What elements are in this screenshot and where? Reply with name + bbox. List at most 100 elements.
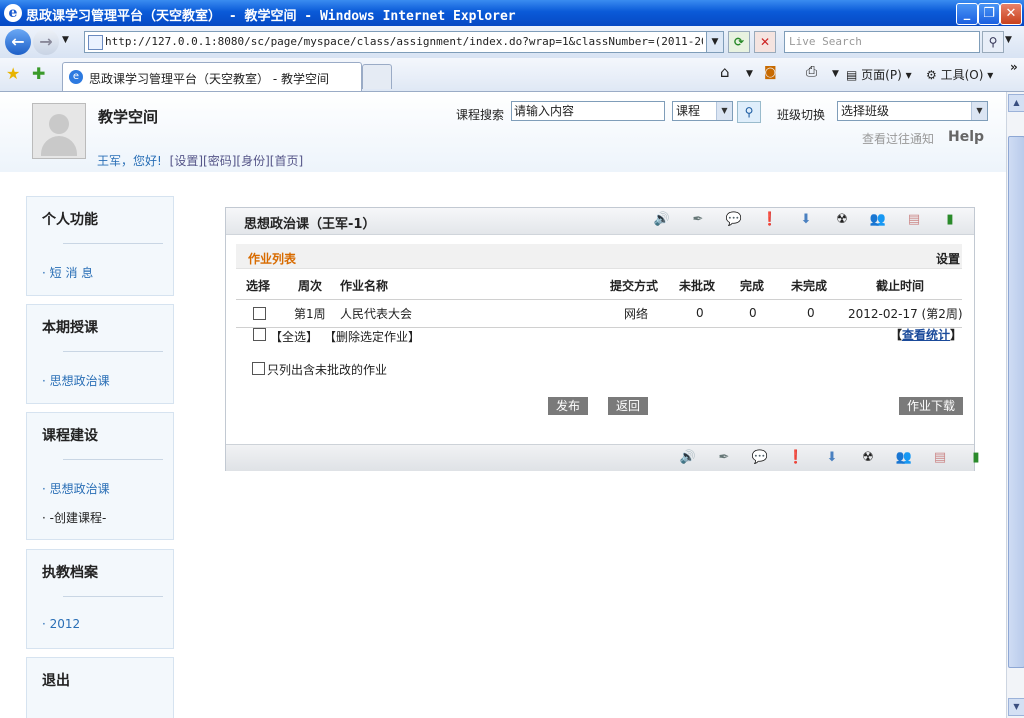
table-header: 选择 周次 作业名称 提交方式 未批改 完成 未完成 截止时间	[236, 268, 962, 300]
download-assignments-button[interactable]: 作业下载	[899, 397, 963, 415]
sidebar-item-label: 2012	[49, 617, 81, 631]
speaker-icon[interactable]: 🔊	[676, 449, 700, 467]
site-header: 教学空间 王军，您好! [设置][密码][身份][首页] 课程搜索 请输入内容 …	[0, 92, 1006, 172]
maximize-button[interactable]: ❐	[978, 3, 1000, 25]
stop-icon[interactable]: ✕	[754, 31, 776, 53]
sidebar-item-label: -创建课程-	[49, 511, 107, 525]
cell-deadline: 2012-02-17 (第2周)	[848, 307, 963, 321]
add-favorite-icon[interactable]: ✚	[32, 64, 45, 83]
ie-logo-icon: e	[4, 4, 22, 22]
greeting: 王军，您好!	[97, 154, 162, 168]
book-icon[interactable]: ▮	[964, 449, 988, 467]
scrollbar-thumb[interactable]	[1008, 136, 1024, 668]
download-icon[interactable]: ⬇	[820, 449, 844, 467]
sidebar-item-create-course[interactable]: · -创建课程-	[42, 509, 106, 526]
search-icon[interactable]: ⚲	[982, 31, 1004, 53]
course-search-button[interactable]: ⚲	[737, 101, 761, 123]
address-url[interactable]: http://127.0.0.1:8080/sc/page/myspace/cl…	[105, 35, 703, 48]
home-dropdown-icon[interactable]: ▼	[746, 69, 753, 79]
radiation-icon[interactable]: ☢	[830, 211, 854, 229]
alert-icon[interactable]: ❗	[758, 211, 782, 229]
speaker-icon[interactable]: 🔊	[650, 211, 674, 229]
chat-icon[interactable]: 💬	[748, 449, 772, 467]
cell-done[interactable]: 0	[749, 306, 757, 320]
favorites-star-icon[interactable]: ★	[6, 64, 20, 83]
cell-submit: 网络	[624, 307, 649, 321]
book-icon[interactable]: ▮	[938, 211, 962, 229]
users-icon[interactable]: 👥	[866, 211, 890, 229]
row-checkbox[interactable]	[253, 307, 266, 320]
sidebar-item-course[interactable]: · 思想政治课	[42, 372, 110, 389]
sidebar-item-label: 短 消 息	[49, 266, 94, 280]
forward-button[interactable]: →	[33, 29, 59, 55]
alert-icon[interactable]: ❗	[784, 449, 808, 467]
table-actions: 【全选】 【删除选定作业】 【查看统计】	[236, 328, 962, 354]
past-notices-link[interactable]: 查看过往通知	[862, 130, 934, 147]
page-icon	[88, 35, 103, 50]
settings-link[interactable]: [设置]	[170, 154, 203, 168]
bracket-close: 】	[950, 328, 963, 342]
address-dropdown-icon[interactable]: ▼	[706, 32, 723, 52]
sidebar-item-course-build[interactable]: · 思想政治课	[42, 480, 110, 497]
sidebar-item-label: 思想政治课	[49, 374, 110, 388]
download-icon[interactable]: ⬇	[794, 211, 818, 229]
sidebar-box-archive: 执教档案 · 2012	[26, 549, 174, 649]
back-page-button[interactable]: 返回	[608, 397, 648, 415]
new-tab-button[interactable]	[362, 64, 392, 89]
identity-link[interactable]: [身份]	[236, 154, 269, 168]
sidebar-item-messages[interactable]: · 短 消 息	[42, 264, 93, 281]
pen-icon[interactable]: ✒	[712, 449, 736, 467]
refresh-icon[interactable]: ⟳	[728, 31, 750, 53]
avatar-head	[49, 114, 69, 134]
course-search-input[interactable]: 请输入内容	[511, 101, 665, 121]
cell-undone[interactable]: 0	[807, 306, 815, 320]
print-icon[interactable]: ⎙	[806, 64, 817, 80]
only-ungraded-checkbox[interactable]	[252, 362, 265, 375]
logout-link[interactable]: 退出	[42, 670, 70, 690]
sidebar-box-logout[interactable]: 退出	[26, 657, 174, 718]
address-bar[interactable]: http://127.0.0.1:8080/sc/page/myspace/cl…	[84, 31, 724, 53]
notepad-icon[interactable]: ▤	[928, 449, 952, 467]
tools-menu[interactable]: ⚙ 工具(O) ▾	[926, 66, 993, 83]
vertical-scrollbar[interactable]: ▲ ▼	[1006, 92, 1024, 718]
divider	[63, 459, 163, 460]
select-all-link[interactable]: 【全选】	[270, 328, 318, 345]
page-menu[interactable]: ▤ 页面(P) ▾	[846, 66, 912, 83]
minimize-button[interactable]: _	[956, 3, 978, 25]
search-type-select[interactable]: 课程 ▼	[672, 101, 733, 121]
password-link[interactable]: [密码]	[203, 154, 236, 168]
delete-selected-link[interactable]: 【删除选定作业】	[324, 328, 420, 345]
divider	[63, 596, 163, 597]
pen-icon[interactable]: ✒	[686, 211, 710, 229]
publish-button[interactable]: 发布	[548, 397, 588, 415]
history-dropdown-icon[interactable]: ▼	[62, 35, 69, 45]
scroll-down-icon[interactable]: ▼	[1008, 698, 1024, 716]
radiation-icon[interactable]: ☢	[856, 449, 880, 467]
help-link[interactable]: Help	[948, 129, 984, 145]
sidebar-item-year[interactable]: · 2012	[42, 617, 80, 631]
print-dropdown-icon[interactable]: ▼	[832, 69, 839, 79]
class-select[interactable]: 选择班级 ▼	[837, 101, 988, 121]
toolbar-more-icon[interactable]: »	[1010, 60, 1018, 74]
notepad-icon[interactable]: ▤	[902, 211, 926, 229]
search-options-icon[interactable]: ▼	[1005, 35, 1012, 45]
avatar-body	[41, 136, 77, 156]
select-all-checkbox[interactable]	[253, 328, 266, 341]
cell-ungraded[interactable]: 0	[696, 306, 704, 320]
view-stats-link[interactable]: 【查看统计】	[890, 326, 962, 343]
home-icon[interactable]: ⌂	[720, 63, 730, 81]
close-window-button[interactable]: ✕	[1000, 3, 1022, 25]
chat-icon[interactable]: 💬	[722, 211, 746, 229]
live-search-input[interactable]: Live Search	[784, 31, 980, 53]
scroll-up-icon[interactable]: ▲	[1008, 94, 1024, 112]
back-button[interactable]: ←	[5, 29, 31, 55]
space-title: 教学空间	[98, 108, 159, 126]
cell-name[interactable]: 人民代表大会	[340, 305, 412, 322]
assignment-panel: 思想政治课（王军-1） 🔊 ✒ 💬 ❗ ⬇ ☢ 👥 ▤ ▮ 作业列表 设置 选择…	[225, 207, 980, 471]
settings-link[interactable]: 设置	[936, 250, 960, 267]
feeds-icon[interactable]: ◙	[764, 65, 777, 80]
browser-tab-active[interactable]: e 思政课学习管理平台（天空教室） - 教学空间	[62, 62, 362, 91]
home-link[interactable]: [首页]	[270, 154, 303, 168]
sidebar-heading: 个人功能	[42, 212, 98, 228]
users-icon[interactable]: 👥	[892, 449, 916, 467]
